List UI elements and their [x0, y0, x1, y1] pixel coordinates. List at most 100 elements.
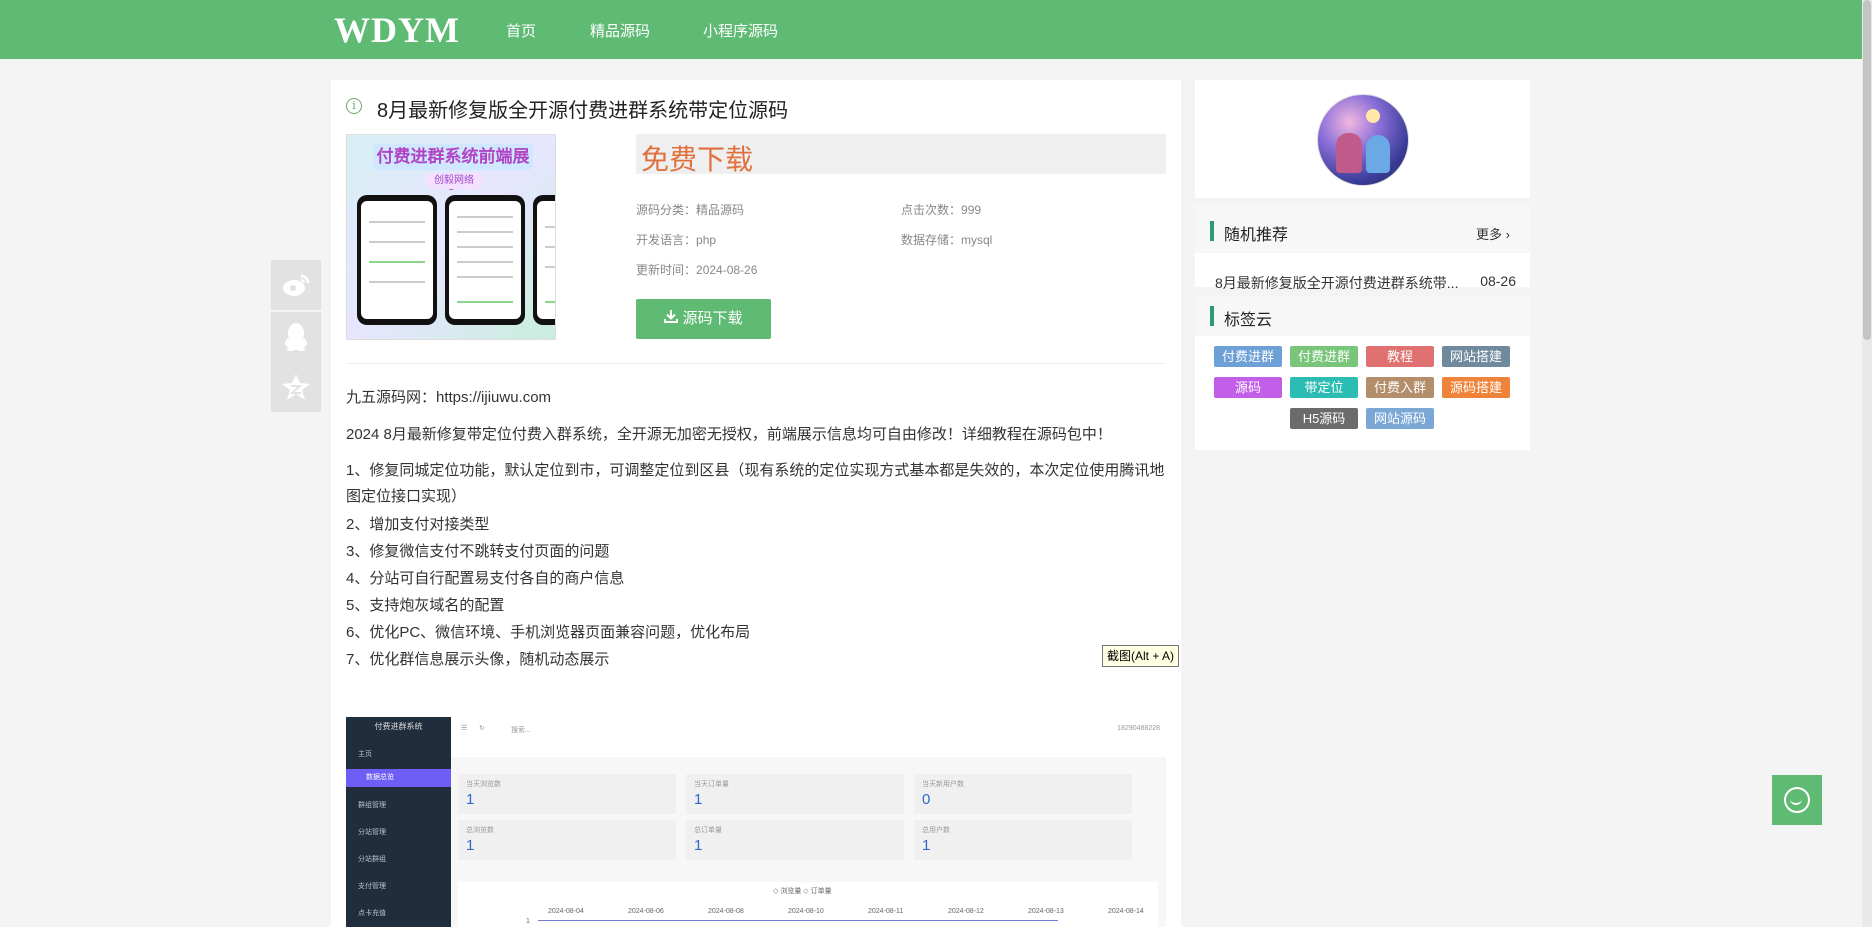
stat-label: 当天浏览数 — [466, 781, 501, 788]
admin-screenshot: 付费进群系统 主页 数据总览 群组管理 分站管理 分站群组 支付管理 点卡充值 … — [346, 717, 1166, 927]
profile-card — [1195, 80, 1530, 198]
chart-y-value: 1 — [526, 918, 530, 925]
meta-clicks: 点击次数：999 — [901, 201, 981, 218]
meta-category-value: 精品源码 — [696, 203, 745, 217]
admin-tabbar — [451, 741, 1166, 757]
chart-date-label: 2024-08-10 — [788, 908, 824, 915]
admin-stat-card: 总浏览数 1 — [458, 820, 676, 860]
moon-decoration — [1366, 109, 1380, 123]
tag-pill[interactable]: 付费入群 — [1366, 377, 1434, 398]
chart-date-label: 2024-08-13 — [1028, 908, 1064, 915]
admin-line-chart: ◇ 浏览量 ◇ 订单量 2024-08-04 2024-08-06 2024-08-… — [458, 882, 1158, 927]
avatar-figure — [1366, 135, 1390, 173]
meta-clicks-value: 999 — [961, 203, 982, 217]
chat-support-button[interactable] — [1772, 775, 1822, 825]
tag-pill[interactable]: 源码 — [1214, 377, 1282, 398]
avatar[interactable] — [1317, 94, 1409, 186]
stat-value: 1 — [466, 837, 475, 854]
qq-share-button[interactable] — [271, 312, 321, 362]
page-scrollbar[interactable] — [1862, 0, 1872, 927]
tag-pill[interactable]: 教程 — [1366, 346, 1434, 367]
tag-pill[interactable]: 付费进群 — [1290, 346, 1358, 367]
download-button-label: 源码下载 — [682, 310, 743, 327]
phone-mockup-3 — [533, 195, 555, 325]
meta-category-label: 源码分类： — [636, 203, 697, 217]
avatar-figure — [1336, 133, 1362, 173]
recommend-item-date: 08-26 — [1480, 273, 1516, 289]
qzone-share-button[interactable] — [271, 362, 321, 412]
meta-language: 开发语言：php — [636, 231, 716, 248]
stat-value: 0 — [922, 791, 931, 808]
more-link[interactable]: 更多 › — [1476, 224, 1510, 243]
nav-miniapp-source[interactable]: 小程序源码 — [703, 20, 778, 41]
tag-pill[interactable]: H5源码 — [1290, 408, 1358, 429]
admin-stat-card: 当天新用户数 0 — [914, 774, 1132, 814]
stat-label: 总用户数 — [922, 827, 950, 834]
chart-date-label: 2024-08-14 — [1108, 908, 1144, 915]
qq-icon — [283, 323, 309, 358]
random-recommend-panel: 随机推荐 更多 › 8月最新修复版全开源付费进群系统带... 08-26 — [1195, 205, 1530, 291]
tag-pill[interactable]: 网站源码 — [1366, 408, 1434, 429]
article-title: 8月最新修复版全开源付费进群系统带定位源码 — [377, 100, 789, 122]
stat-label: 总浏览数 — [466, 827, 494, 834]
stat-value: 1 — [922, 837, 931, 854]
recommend-item-link[interactable]: 8月最新修复版全开源付费进群系统带... — [1215, 273, 1458, 293]
free-download-banner: 免费下载 — [636, 134, 1166, 175]
admin-brand: 付费进群系统 — [374, 722, 423, 731]
chart-date-label: 2024-08-06 — [628, 908, 664, 915]
admin-phone: 18290488228 — [1117, 725, 1160, 732]
site-source-line: 九五源码网：https://ijiuwu.com — [346, 389, 552, 406]
stat-label: 当天订单量 — [694, 781, 729, 788]
stat-label: 当天新用户数 — [922, 781, 964, 788]
section-marker — [1210, 306, 1214, 326]
admin-menu-item: 分站群组 — [358, 856, 386, 863]
tag-pill[interactable]: 源码搭建 — [1442, 377, 1510, 398]
qzone-icon — [281, 374, 311, 408]
admin-stat-card: 当天浏览数 1 — [458, 774, 676, 814]
info-icon: i — [346, 98, 362, 114]
top-navbar: WDYM 首页 精品源码 小程序源码 — [0, 0, 1872, 59]
chart-date-label: 2024-08-08 — [708, 908, 744, 915]
chart-line — [538, 920, 1058, 921]
stat-value: 1 — [694, 837, 703, 854]
download-icon — [664, 299, 679, 339]
nav-home[interactable]: 首页 — [506, 20, 536, 41]
meta-updated-label: 更新时间： — [636, 263, 697, 277]
meta-language-label: 开发语言： — [636, 233, 697, 247]
meta-storage-label: 数据存储： — [901, 233, 962, 247]
meta-category: 源码分类：精品源码 — [636, 201, 744, 218]
chart-date-label: 2024-08-04 — [548, 908, 584, 915]
admin-menu-active: 数据总览 — [346, 769, 451, 787]
product-thumbnail[interactable]: 付费进群系统前端展示 创毅网络 — [346, 134, 556, 340]
divider — [346, 363, 1166, 364]
chevron-right-icon: › — [1505, 227, 1510, 242]
screenshot-tooltip: 截图(Alt + A) — [1102, 645, 1180, 667]
free-download-label: 免费下载 — [641, 144, 754, 175]
scrollbar-thumb[interactable] — [1863, 0, 1871, 340]
thumb-banner: 付费进群系统前端展示 — [373, 144, 533, 192]
admin-search: 搜索... — [511, 727, 531, 734]
admin-stat-card: 总用户数 1 — [914, 820, 1132, 860]
tag-pill[interactable]: 付费进群 — [1214, 346, 1282, 367]
meta-updated-value: 2024-08-26 — [696, 263, 758, 277]
weibo-share-button[interactable] — [271, 260, 321, 310]
site-logo[interactable]: WDYM — [334, 9, 460, 51]
meta-language-value: php — [696, 233, 717, 247]
tag-pill[interactable]: 网站搭建 — [1442, 346, 1510, 367]
tag-pill[interactable]: 带定位 — [1290, 377, 1358, 398]
meta-clicks-label: 点击次数： — [901, 203, 962, 217]
weibo-icon — [282, 274, 310, 303]
feature-item: 5、支持炮灰域名的配置 — [346, 597, 505, 614]
source-download-button[interactable]: 源码下载 — [636, 299, 771, 339]
tag-cloud-title: 标签云 — [1224, 312, 1273, 329]
chart-date-label: 2024-08-11 — [868, 908, 904, 915]
feature-item: 2、增加支付对接类型 — [346, 516, 490, 533]
admin-menu-item: 主页 — [358, 751, 372, 758]
admin-menu-item: 支付管理 — [358, 883, 386, 890]
nav-premium-source[interactable]: 精品源码 — [590, 20, 650, 41]
admin-menu-item: 群组管理 — [358, 802, 386, 809]
feature-item: 4、分站可自行配置易支付各自的商户信息 — [346, 570, 625, 587]
section-marker — [1210, 221, 1214, 241]
meta-storage: 数据存储：mysql — [901, 231, 992, 248]
admin-stat-card: 总订单量 1 — [686, 820, 904, 860]
